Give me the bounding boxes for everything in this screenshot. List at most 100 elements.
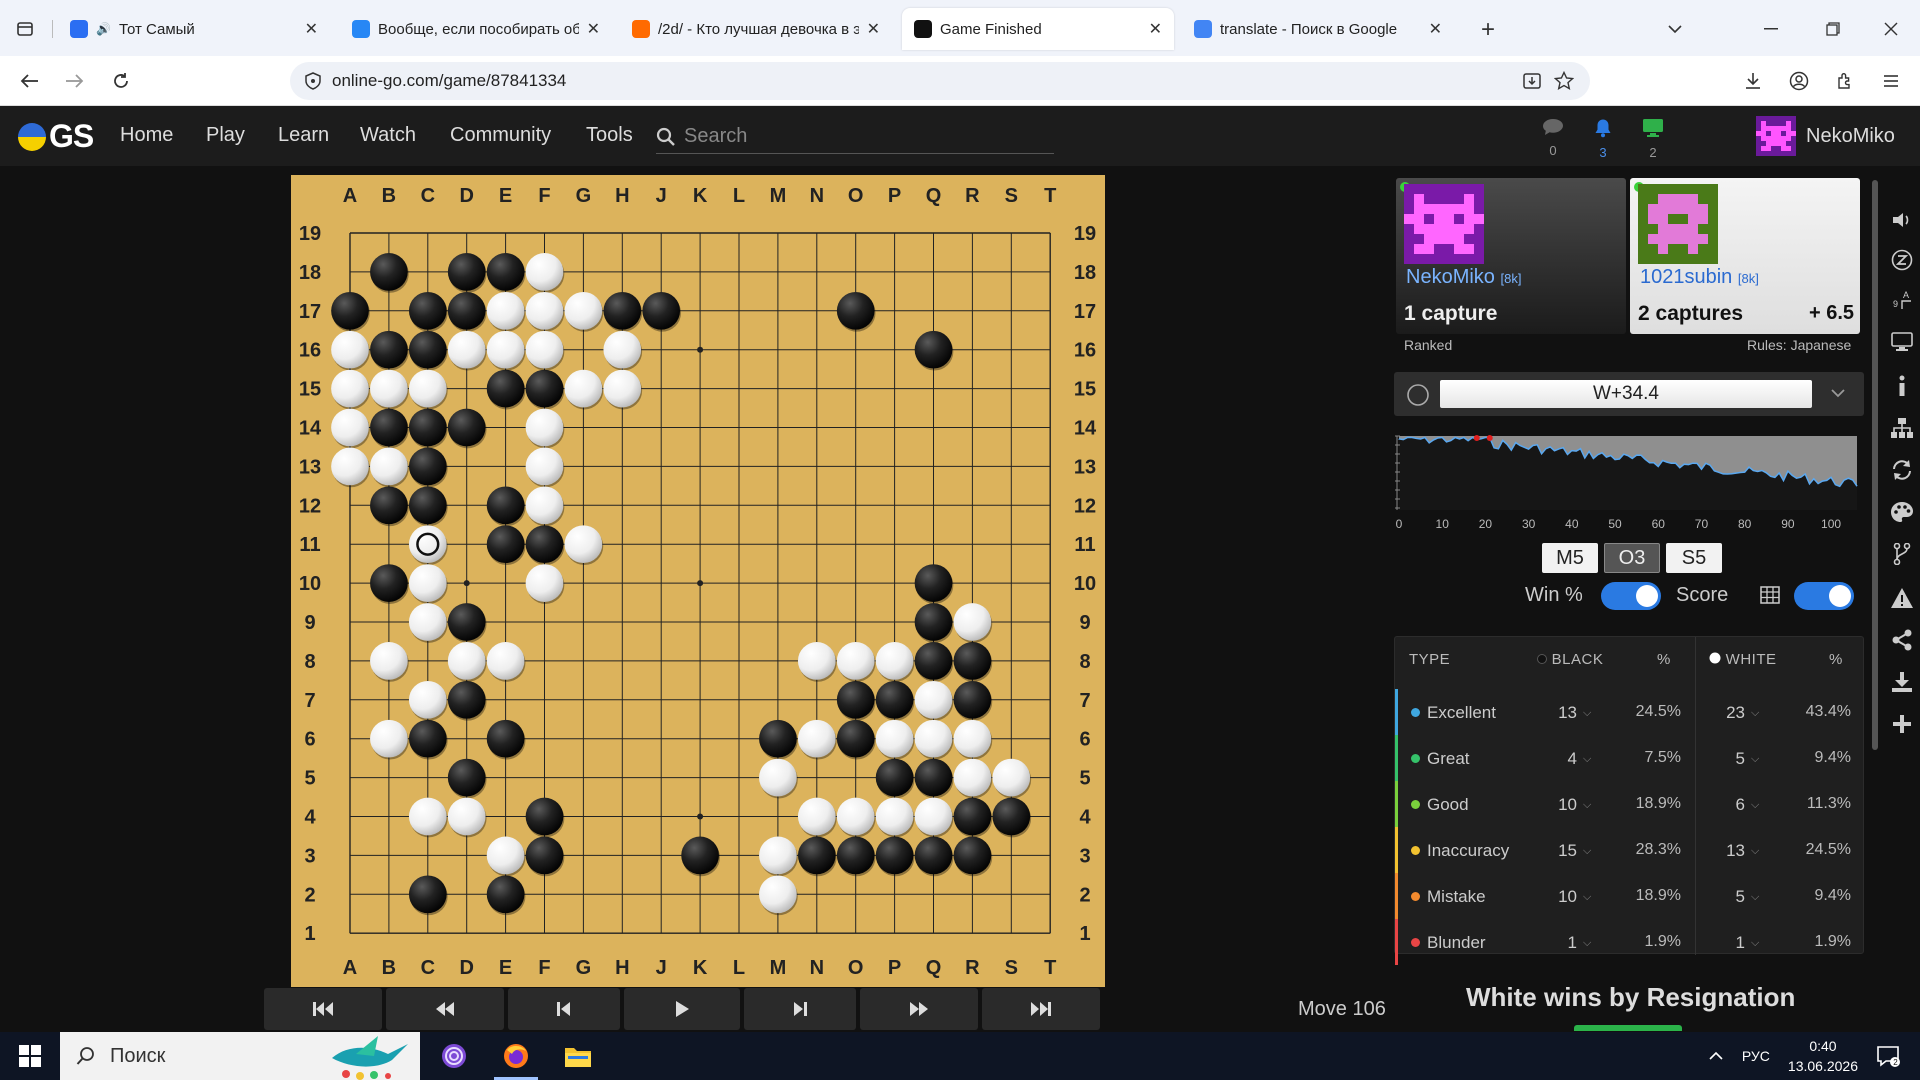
chevron-down-icon[interactable]: ⌵ xyxy=(1751,707,1759,720)
coordinates-icon[interactable]: A9 xyxy=(1890,288,1914,312)
play-button[interactable] xyxy=(624,988,740,1030)
chevron-down-icon[interactable]: ⌵ xyxy=(1751,799,1759,812)
winrate-toggle[interactable] xyxy=(1601,582,1661,610)
black-stone[interactable] xyxy=(681,836,719,875)
blunder-marker[interactable] xyxy=(1473,435,1480,441)
extensions-icon[interactable] xyxy=(1832,68,1858,94)
white-stone[interactable] xyxy=(564,525,603,564)
white-stone[interactable] xyxy=(408,797,447,836)
black-stone[interactable] xyxy=(914,330,953,369)
close-tab-icon[interactable]: ✕ xyxy=(1429,19,1442,39)
nav-community[interactable]: Community xyxy=(450,124,551,147)
forward-ten-button[interactable] xyxy=(860,988,978,1030)
black-stone[interactable] xyxy=(447,758,486,797)
white-stone[interactable] xyxy=(953,719,992,758)
black-stone[interactable] xyxy=(797,836,836,875)
black-stone[interactable] xyxy=(408,408,447,447)
taskbar-app-tor[interactable] xyxy=(424,1032,484,1080)
minimize-window-button[interactable] xyxy=(1758,16,1784,42)
black-stone[interactable] xyxy=(486,525,525,564)
system-clock[interactable]: 0:40 13.06.2026 xyxy=(1788,1036,1858,1076)
stat-black-count[interactable]: 10 xyxy=(1547,887,1577,907)
black-stone[interactable] xyxy=(525,369,564,408)
white-stone[interactable] xyxy=(370,642,408,680)
player-name-white[interactable]: 1021subin [8k] xyxy=(1640,266,1759,289)
player-card-white[interactable]: 1021subin [8k] 2 captures + 6.5 xyxy=(1630,178,1860,334)
stat-white-count[interactable]: 5 xyxy=(1715,887,1745,907)
black-stone[interactable] xyxy=(642,291,681,330)
nav-tools[interactable]: Tools xyxy=(586,124,633,147)
white-stone[interactable] xyxy=(525,408,564,447)
stat-white-count[interactable]: 1 xyxy=(1715,933,1745,953)
white-stone[interactable] xyxy=(447,642,486,680)
black-stone[interactable] xyxy=(759,719,797,758)
black-stone[interactable] xyxy=(953,797,992,836)
white-stone[interactable] xyxy=(603,330,642,369)
sync-icon[interactable] xyxy=(1890,458,1914,482)
nav-play[interactable]: Play xyxy=(206,124,245,147)
account-icon[interactable] xyxy=(1786,68,1812,94)
ai-tab-s5[interactable]: S5 xyxy=(1666,543,1722,573)
black-stone[interactable] xyxy=(992,797,1031,836)
white-stone[interactable] xyxy=(408,680,447,719)
blunder-marker[interactable] xyxy=(1486,435,1493,441)
taskbar-search[interactable]: Поиск xyxy=(60,1032,420,1080)
input-language[interactable]: РУС xyxy=(1742,1048,1770,1064)
monitor-icon[interactable] xyxy=(1890,330,1914,354)
black-stone[interactable] xyxy=(447,603,486,641)
warning-icon[interactable] xyxy=(1890,586,1914,610)
black-stone[interactable] xyxy=(408,447,447,486)
black-stone[interactable] xyxy=(447,253,486,291)
white-stone[interactable] xyxy=(797,719,836,758)
chevron-down-icon[interactable]: ⌵ xyxy=(1583,753,1591,766)
black-stone[interactable] xyxy=(408,330,447,369)
back-arrow-icon[interactable] xyxy=(16,68,42,94)
white-stone[interactable] xyxy=(564,291,603,330)
score-toggle[interactable] xyxy=(1794,582,1854,610)
white-stone[interactable] xyxy=(370,369,408,408)
white-stone[interactable] xyxy=(564,369,603,408)
black-stone[interactable] xyxy=(836,680,875,719)
white-stone[interactable] xyxy=(603,369,642,408)
white-stone[interactable] xyxy=(797,797,836,836)
ogs-logo[interactable]: GS xyxy=(18,118,94,155)
close-window-button[interactable] xyxy=(1878,16,1904,42)
player-avatar[interactable] xyxy=(1638,184,1718,264)
site-info-icon[interactable] xyxy=(304,72,322,95)
nav-home[interactable]: Home xyxy=(120,124,173,147)
tab-list-icon[interactable] xyxy=(12,16,38,42)
white-stone[interactable] xyxy=(914,797,953,836)
browser-tab[interactable]: 🔊 Тот Самый ✕ xyxy=(58,8,330,50)
notifications-button[interactable]: 3 xyxy=(1588,118,1618,160)
chevron-down-icon[interactable]: ⌵ xyxy=(1583,891,1591,904)
white-stone[interactable] xyxy=(914,719,953,758)
plus-icon[interactable] xyxy=(1890,712,1914,736)
black-stone[interactable] xyxy=(447,680,486,719)
chat-button[interactable]: 0 xyxy=(1538,118,1568,158)
white-stone[interactable] xyxy=(525,291,564,330)
white-stone[interactable] xyxy=(331,330,369,369)
stat-white-count[interactable]: 6 xyxy=(1715,795,1745,815)
black-stone[interactable] xyxy=(370,330,408,369)
black-stone[interactable] xyxy=(525,525,564,564)
black-stone[interactable] xyxy=(953,642,992,680)
black-stone[interactable] xyxy=(953,836,992,875)
white-stone[interactable] xyxy=(486,836,525,875)
restore-window-button[interactable] xyxy=(1820,16,1846,42)
black-stone[interactable] xyxy=(875,758,914,797)
black-stone[interactable] xyxy=(603,291,642,330)
active-games-button[interactable]: 2 xyxy=(1638,118,1668,160)
black-stone[interactable] xyxy=(408,719,447,758)
back-one-button[interactable] xyxy=(508,988,620,1030)
player-avatar[interactable] xyxy=(1404,184,1484,264)
chevron-up-icon[interactable] xyxy=(1708,1051,1724,1061)
panel-scrollbar[interactable] xyxy=(1872,180,1878,750)
white-stone[interactable] xyxy=(836,797,875,836)
chevron-down-icon[interactable]: ⌵ xyxy=(1583,937,1591,950)
chevron-down-icon[interactable]: ⌵ xyxy=(1751,845,1759,858)
black-stone[interactable] xyxy=(331,291,369,330)
white-stone[interactable] xyxy=(759,836,797,875)
black-stone[interactable] xyxy=(370,253,408,291)
black-stone[interactable] xyxy=(914,603,953,641)
close-tab-icon[interactable]: ✕ xyxy=(587,19,600,39)
